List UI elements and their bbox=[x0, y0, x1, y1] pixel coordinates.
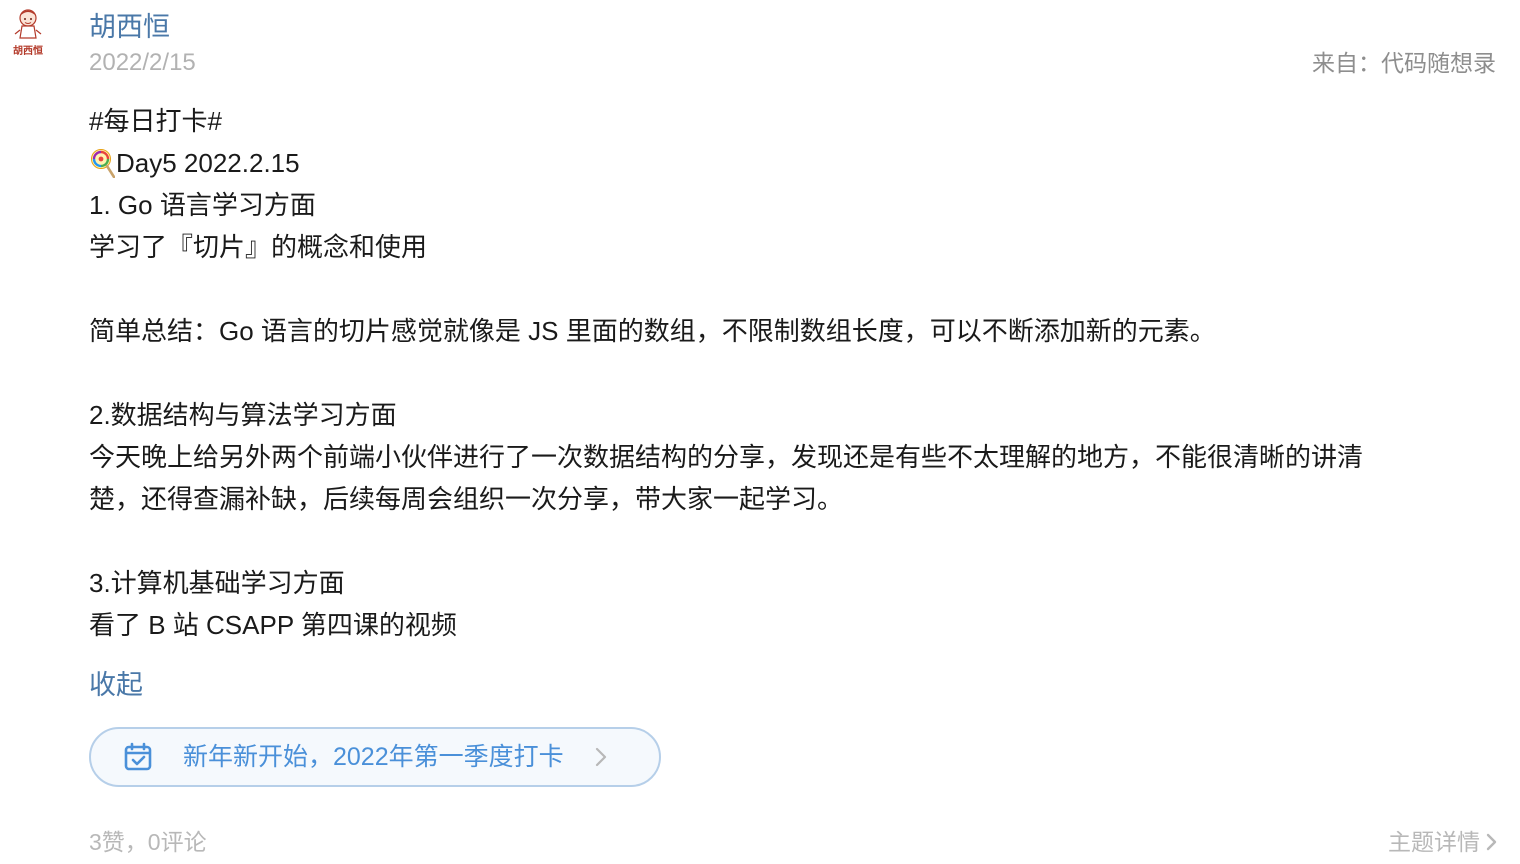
topic-label: 新年新开始，2022年第一季度打卡 bbox=[183, 743, 564, 771]
author-name[interactable]: 胡西恒 bbox=[89, 10, 170, 44]
content-line: 1. Go 语言学习方面 bbox=[89, 190, 316, 220]
content-line bbox=[89, 352, 1489, 394]
content-line: 楚，还得查漏补缺，后续每周会组织一次分享，带大家一起学习。 bbox=[89, 484, 844, 514]
content-line: 2.数据结构与算法学习方面 bbox=[89, 400, 397, 430]
post-stats: 3赞，0评论 bbox=[89, 829, 207, 855]
avatar[interactable]: 胡西恒 bbox=[4, 8, 52, 62]
topic-link[interactable]: 新年新开始，2022年第一季度打卡 bbox=[89, 727, 661, 787]
post-date: 2022/2/15 bbox=[89, 49, 196, 76]
content-line: 3.计算机基础学习方面 bbox=[89, 568, 345, 598]
content-line bbox=[89, 268, 1489, 310]
post-source[interactable]: 来自：代码随想录 bbox=[1312, 48, 1496, 78]
content-line: Day5 2022.2.15 bbox=[89, 142, 1489, 184]
content-line: 今天晚上给另外两个前端小伙伴进行了一次数据结构的分享，发现还是有些不太理解的地方… bbox=[89, 442, 1364, 472]
content-line bbox=[89, 520, 1489, 562]
detail-label: 主题详情 bbox=[1388, 829, 1480, 855]
content-line-text: Day5 2022.2.15 bbox=[116, 148, 300, 178]
content-line: 看了 B 站 CSAPP 第四课的视频 bbox=[89, 610, 457, 640]
lollipop-icon bbox=[91, 149, 115, 178]
content-line: 学习了『切片』的概念和使用 bbox=[89, 232, 428, 262]
chevron-right-icon bbox=[595, 747, 606, 767]
calendar-check-icon bbox=[124, 742, 152, 771]
chevron-right-icon bbox=[1486, 833, 1497, 851]
topic-detail-link[interactable]: 主题详情 bbox=[1388, 826, 1498, 858]
avatar-label: 胡西恒 bbox=[13, 44, 43, 57]
collapse-button[interactable]: 收起 bbox=[89, 667, 143, 703]
content-line: #每日打卡# bbox=[89, 106, 222, 136]
content-line: 简单总结：Go 语言的切片感觉就像是 JS 里面的数组，不限制数组长度，可以不断… bbox=[89, 316, 1216, 346]
post-content: #每日打卡# Day5 2022.2.15 1. Go 语言学习方面 学习了『切… bbox=[89, 100, 1489, 646]
post-card: 胡西恒 胡西恒 2022/2/15 来自：代码随想录 #每日打卡# Day5 2… bbox=[0, 0, 1520, 864]
